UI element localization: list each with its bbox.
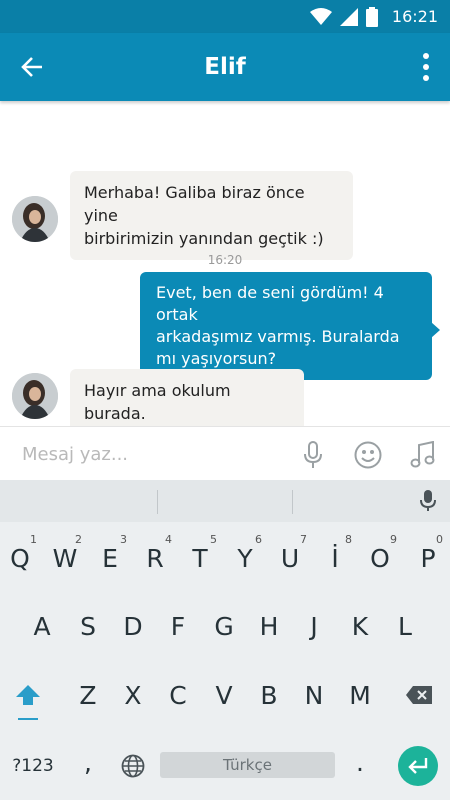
status-time: 16:21 — [391, 7, 438, 26]
key-m[interactable]: M — [338, 667, 382, 723]
key-f[interactable]: F — [156, 598, 200, 654]
message-text: Evet, ben de seni gördüm! 4 ortak — [156, 283, 384, 324]
comma-key[interactable]: , — [66, 734, 110, 790]
key-z[interactable]: Z — [66, 667, 110, 723]
key-hint: 2 — [75, 533, 82, 546]
language-key[interactable] — [111, 738, 155, 794]
microphone-icon — [304, 441, 322, 468]
key-a[interactable]: A — [20, 598, 64, 654]
smiley-icon — [354, 441, 382, 469]
app-bar: Elif — [0, 33, 450, 101]
back-button[interactable] — [16, 51, 48, 83]
key-hint: 8 — [345, 533, 352, 546]
message-text: mı yaşıyorsun? — [156, 349, 277, 368]
page-title: Elif — [204, 54, 246, 80]
divider — [292, 490, 293, 514]
key-b[interactable]: B — [247, 667, 291, 723]
microphone-button[interactable] — [298, 440, 328, 470]
enter-arrow-icon — [408, 758, 428, 774]
composer — [0, 426, 450, 480]
message-text: Merhaba! Galiba biraz önce yine — [84, 183, 305, 225]
key-hint: 0 — [436, 533, 443, 546]
shift-arrow-icon — [16, 685, 40, 705]
menu-dot — [423, 64, 429, 70]
message-text: Hayır ama okulum burada. — [84, 381, 231, 423]
message-text: arkadaşımız varmış. Buralarda — [156, 327, 400, 346]
microphone-icon — [420, 490, 436, 511]
key-l[interactable]: L — [383, 598, 427, 654]
key-h[interactable]: H — [247, 598, 291, 654]
message-timestamp: 16:20 — [207, 253, 243, 267]
shift-indicator — [18, 718, 38, 720]
keyboard: Q1 W2 E3 R4 T5 Y6 U7 İ8 O9 P0 A S D F G … — [0, 480, 450, 800]
key-d[interactable]: D — [111, 598, 155, 654]
key-y[interactable]: Y6 — [223, 530, 267, 586]
avatar[interactable] — [12, 196, 58, 242]
battery-icon — [365, 6, 378, 27]
key-u[interactable]: U7 — [268, 530, 312, 586]
music-note-icon — [410, 441, 435, 468]
key-p[interactable]: P0 — [406, 530, 450, 586]
key-r[interactable]: R4 — [133, 530, 177, 586]
period-key[interactable]: . — [338, 734, 382, 790]
key-s[interactable]: S — [66, 598, 110, 654]
key-t[interactable]: T5 — [178, 530, 222, 586]
voice-input-key[interactable] — [416, 488, 440, 514]
space-key[interactable]: Türkçe — [160, 752, 335, 778]
key-q[interactable]: Q1 — [0, 530, 42, 586]
key-o[interactable]: O9 — [358, 530, 402, 586]
key-hint: 1 — [30, 533, 37, 546]
message-input[interactable] — [22, 441, 282, 467]
overflow-menu-button[interactable] — [416, 51, 436, 83]
message-bubble-incoming[interactable]: Merhaba! Galiba biraz önce yine birbirim… — [70, 171, 353, 260]
key-w[interactable]: W2 — [43, 530, 87, 586]
signal-icon — [339, 7, 358, 26]
key-x[interactable]: X — [111, 667, 155, 723]
symbols-key[interactable]: ?123 — [6, 738, 60, 794]
key-hint: 4 — [165, 533, 172, 546]
music-button[interactable] — [408, 440, 438, 470]
key-hint: 6 — [255, 533, 262, 546]
avatar[interactable] — [12, 373, 58, 419]
enter-key[interactable] — [398, 746, 438, 786]
key-hint: 9 — [390, 533, 397, 546]
key-g[interactable]: G — [202, 598, 246, 654]
key-i-dotted[interactable]: İ8 — [313, 530, 357, 586]
chat-area[interactable]: Merhaba! Galiba biraz önce yine birbirim… — [0, 101, 450, 435]
divider — [157, 490, 158, 514]
globe-icon — [121, 754, 145, 778]
key-v[interactable]: V — [202, 667, 246, 723]
wifi-icon — [309, 7, 332, 25]
status-bar: 16:21 — [0, 0, 450, 33]
key-hint: 5 — [210, 533, 217, 546]
menu-dot — [423, 53, 429, 59]
backspace-icon — [406, 686, 432, 704]
key-n[interactable]: N — [292, 667, 336, 723]
suggestion-bar[interactable] — [0, 480, 450, 522]
backspace-key[interactable] — [397, 667, 441, 723]
arrow-left-icon — [21, 57, 42, 77]
message-text: birbirimizin yanından geçtik :) — [84, 229, 324, 248]
emoji-button[interactable] — [353, 440, 383, 470]
key-e[interactable]: E3 — [88, 530, 132, 586]
shift-key[interactable] — [6, 667, 50, 723]
key-k[interactable]: K — [338, 598, 382, 654]
key-hint: 3 — [120, 533, 127, 546]
key-hint: 7 — [300, 533, 307, 546]
message-bubble-outgoing[interactable]: Evet, ben de seni gördüm! 4 ortak arkada… — [140, 272, 440, 380]
key-j[interactable]: J — [292, 598, 336, 654]
menu-dot — [423, 75, 429, 81]
key-c[interactable]: C — [156, 667, 200, 723]
